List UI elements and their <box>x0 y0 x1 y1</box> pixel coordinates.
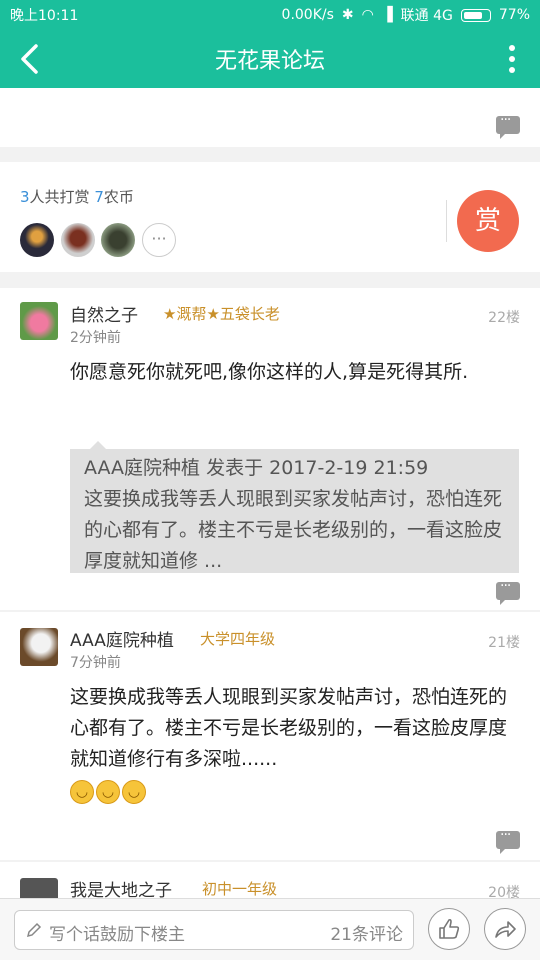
comment-input[interactable]: 写个话鼓励下楼主 21条评论 <box>14 910 414 950</box>
user-badge: ★溉帮★五袋长老 <box>163 305 280 323</box>
page-title: 无花果论坛 <box>214 49 325 74</box>
app-bar: 无花果论坛 <box>0 30 540 88</box>
reply-icon[interactable] <box>496 827 520 854</box>
battery-icon <box>460 8 491 22</box>
status-bar: 晚上10:11 0.00K/s ✱ ◠ ▐ 联通 4G 77% <box>0 0 540 30</box>
share-icon[interactable] <box>484 908 526 950</box>
username[interactable]: AAA庭院种植 <box>70 626 174 651</box>
rewarder-avatar[interactable] <box>61 223 95 257</box>
grin-emoji-icon: ◡ <box>70 780 94 804</box>
reward-button[interactable]: 赏 <box>457 190 519 252</box>
comment-placeholder: 写个话鼓励下楼主 <box>49 925 185 945</box>
comment-count[interactable]: 21条评论 <box>330 920 403 945</box>
avatar[interactable] <box>20 628 58 666</box>
quoted-post[interactable]: AAA庭院种植 发表于 2017-2-19 21:59 这要换成我等丢人现眼到买… <box>70 441 519 573</box>
bottom-bar: 写个话鼓励下楼主 21条评论 <box>0 898 540 960</box>
avatar[interactable] <box>20 302 58 340</box>
pencil-icon <box>26 922 42 938</box>
wifi-icon: ◠ <box>361 7 374 23</box>
reply-icon[interactable] <box>496 112 520 139</box>
user-badge: 初中一年级 <box>202 880 278 898</box>
username[interactable]: 自然之子 <box>70 301 138 326</box>
status-time: 晚上10:11 <box>10 8 79 24</box>
avatar[interactable] <box>20 878 58 898</box>
post-time: 2分钟前 <box>70 330 121 346</box>
previous-post-tail <box>0 88 540 147</box>
rewarder-avatar[interactable] <box>20 223 54 257</box>
user-badge: 大学四年级 <box>200 630 276 648</box>
more-rewarders-button[interactable]: ··· <box>142 223 176 257</box>
carrier-label: 联通 4G <box>400 8 453 24</box>
quote-header: AAA庭院种植 发表于 2017-2-19 21:59 <box>84 457 429 479</box>
post-content: 这要换成我等丢人现眼到买家发帖声讨，恐怕连死的心都有了。楼主不亏是长老级别的，一… <box>70 686 508 770</box>
bluetooth-icon: ✱ <box>341 7 354 23</box>
thumbs-up-icon[interactable] <box>428 908 470 950</box>
reply-icon[interactable] <box>496 578 520 605</box>
grin-emoji-icon: ◡ <box>122 780 146 804</box>
post-time: 7分钟前 <box>70 655 121 671</box>
divider <box>446 200 447 242</box>
network-speed: 0.00K/s <box>281 7 334 23</box>
grin-emoji-icon: ◡ <box>96 780 120 804</box>
more-vert-icon[interactable] <box>502 42 522 76</box>
floor-number: 21楼 <box>488 635 520 651</box>
rewarder-avatar[interactable] <box>101 223 135 257</box>
signal-icon: ▐ <box>381 7 393 23</box>
floor-number: 22楼 <box>488 310 520 326</box>
quote-body: 这要换成我等丢人现眼到买家发帖声讨，恐怕连死的心都有了。楼主不亏是长老级别的，一… <box>84 488 503 572</box>
battery-percent: 77% <box>498 7 530 23</box>
reward-summary: 3人共打赏 7农币 <box>20 188 134 206</box>
post-content: 你愿意死你就死吧,像你这样的人,算是死得其所. <box>70 361 469 383</box>
